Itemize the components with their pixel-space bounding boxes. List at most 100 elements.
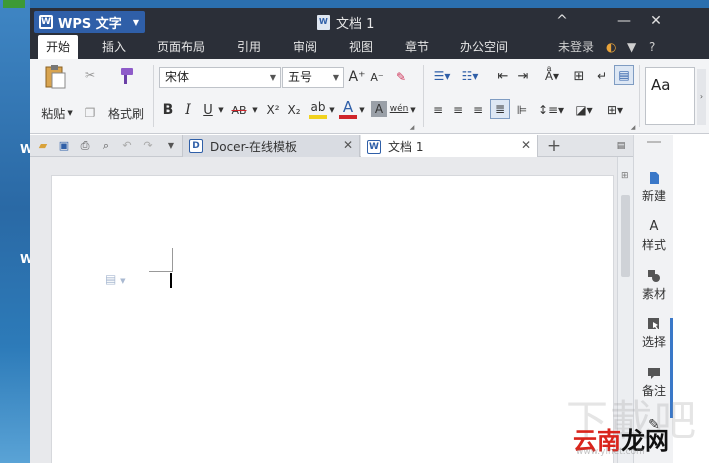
title-bar: W WPS 文字 ▼ 文档 1 ^ — ✕ — [30, 8, 709, 35]
paste-button[interactable]: 粘贴 ▼ — [39, 105, 75, 121]
print-icon[interactable]: ⎙ — [77, 138, 93, 154]
docer-icon: D — [189, 139, 203, 153]
font-size-select[interactable]: 五号 ▼ — [282, 67, 344, 88]
font-name-value: 宋体 — [165, 70, 190, 84]
task-label: 样式 — [641, 238, 666, 252]
close-icon[interactable]: ✕ — [521, 138, 531, 152]
font-dialog-launcher-icon[interactable]: ◢ — [408, 123, 416, 131]
tab-docer-templates[interactable]: D Docer-在线模板 ✕ — [182, 135, 360, 157]
app-name: WPS 文字 — [58, 16, 122, 32]
paragraph-dialog-launcher-icon[interactable]: ◢ — [629, 123, 637, 131]
close-button[interactable]: ✕ — [642, 11, 670, 31]
align-left-icon[interactable]: ≡ — [430, 101, 446, 119]
italic-button[interactable]: I — [180, 101, 196, 119]
align-right-icon[interactable]: ≡ — [470, 101, 486, 119]
numbered-list-icon[interactable]: ☷▾ — [458, 67, 482, 85]
bullet-list-icon[interactable]: ☰▾ — [430, 67, 454, 85]
chevron-down-icon: ▼ — [269, 73, 276, 82]
justify-icon[interactable]: ≣ — [490, 99, 510, 119]
decrease-indent-icon[interactable]: ⇤ — [494, 67, 512, 85]
tab-insert[interactable]: 插入 — [102, 35, 126, 59]
format-painter-icon[interactable] — [114, 65, 136, 87]
change-case-icon[interactable]: Aͣ▾ — [538, 67, 566, 85]
font-name-select[interactable]: 宋体 ▼ — [159, 67, 281, 88]
chevron-down-icon[interactable]: ▼ — [357, 101, 367, 119]
shapes-icon — [648, 270, 660, 282]
strikethrough-button[interactable]: AB — [228, 101, 250, 119]
subscript-button[interactable]: X₂ — [285, 101, 303, 119]
task-label: 选择 — [641, 335, 666, 349]
task-materials[interactable]: 素材 — [634, 269, 674, 302]
show-hide-icon[interactable]: ▤ — [614, 65, 634, 85]
task-new[interactable]: 新建 — [634, 171, 674, 204]
chevron-down-icon[interactable]: ▼ — [408, 101, 418, 119]
phonetic-guide-button[interactable]: wén — [390, 99, 409, 119]
tab-chapter[interactable]: 章节 — [405, 35, 429, 59]
tab-view[interactable]: 视图 — [349, 35, 373, 59]
paragraph-mark-icon[interactable]: ↵ — [594, 67, 610, 85]
tab-document-1[interactable]: W 文档 1 ✕ — [361, 135, 538, 158]
chevron-down-icon[interactable]: ▼ — [163, 138, 179, 154]
save-icon[interactable]: ▣ — [56, 138, 72, 154]
tab-review[interactable]: 审阅 — [293, 35, 317, 59]
shrink-font-button[interactable]: A⁻ — [368, 67, 386, 87]
tab-references[interactable]: 引用 — [237, 35, 261, 59]
document-page[interactable]: ▤ ▼ — [51, 175, 614, 463]
shading-icon[interactable]: ◪▾ — [570, 101, 598, 119]
redo-icon[interactable]: ↷ — [140, 138, 156, 154]
tab-label: 文档 1 — [388, 140, 424, 154]
paste-icon[interactable] — [42, 63, 68, 91]
task-select[interactable]: 选择 — [634, 317, 674, 350]
new-document-icon — [650, 172, 659, 184]
task-pane-menu-icon[interactable] — [647, 141, 661, 143]
line-spacing-icon[interactable]: ↕≡▾ — [538, 101, 564, 119]
comment-icon — [648, 368, 660, 379]
borders-icon[interactable]: ⊞▾ — [602, 101, 628, 119]
format-painter-button[interactable]: 格式刷 — [106, 105, 146, 121]
chevron-down-icon[interactable]: ▼ — [327, 101, 337, 119]
print-preview-icon[interactable]: ⌕ — [98, 138, 114, 154]
paste-options-icon[interactable]: ▤ ▼ — [105, 272, 126, 286]
chevron-down-icon[interactable]: ▼ — [216, 101, 226, 119]
highlight-icon[interactable]: ab — [309, 99, 327, 119]
bold-button[interactable]: B — [160, 101, 176, 119]
document-canvas: ▤ ▼ — [30, 157, 627, 463]
divider — [153, 65, 154, 127]
task-styles[interactable]: A 样式 — [634, 220, 674, 253]
tab-office-space[interactable]: 办公空间 — [460, 35, 508, 59]
collapse-ribbon-button[interactable]: ^ — [548, 11, 576, 31]
cut-icon[interactable]: ✂ — [82, 67, 98, 83]
app-menu-button[interactable]: W WPS 文字 ▼ — [34, 11, 145, 33]
open-folder-icon[interactable]: ▰ — [35, 138, 51, 154]
distributed-icon[interactable]: ⊫ — [514, 101, 530, 119]
undo-icon[interactable]: ↶ — [119, 138, 135, 154]
underline-button[interactable]: U — [200, 101, 216, 119]
increase-indent-icon[interactable]: ⇥ — [514, 67, 532, 85]
font-color-button[interactable]: A — [339, 98, 357, 119]
chevron-down-icon[interactable]: ▼ — [250, 101, 260, 119]
tab-list-icon[interactable]: ▤ — [613, 138, 629, 154]
maximize-button[interactable]: — — [610, 11, 638, 31]
style-gallery[interactable]: Aa — [645, 67, 695, 125]
char-shading-button[interactable]: A — [371, 101, 387, 117]
ribbon-scroll-right-icon[interactable]: › — [697, 69, 706, 125]
paste-label: 粘贴 — [41, 106, 66, 121]
new-tab-button[interactable]: + — [546, 138, 562, 155]
tab-start[interactable]: 开始 — [38, 35, 79, 59]
scroll-up-icon[interactable]: ⊞ — [621, 171, 629, 181]
tab-page-layout[interactable]: 页面布局 — [157, 35, 205, 59]
scrollbar-thumb[interactable] — [621, 195, 630, 277]
close-icon[interactable]: ✕ — [343, 138, 353, 152]
shirt-icon[interactable]: ▼ — [627, 35, 636, 59]
superscript-button[interactable]: X² — [264, 101, 282, 119]
grow-font-button[interactable]: A⁺ — [348, 67, 366, 87]
table-icon[interactable]: ⊞ — [570, 67, 588, 85]
tab-label: Docer-在线模板 — [210, 139, 298, 154]
login-status[interactable]: 未登录 — [558, 35, 594, 59]
copy-icon[interactable]: ❐ — [82, 105, 98, 121]
align-center-icon[interactable]: ≡ — [450, 101, 466, 119]
clear-format-icon[interactable]: ✎ — [392, 67, 410, 87]
skin-icon[interactable]: ◐ — [606, 35, 616, 59]
desktop-icon[interactable] — [3, 0, 25, 8]
help-button[interactable]: ? — [649, 35, 655, 59]
